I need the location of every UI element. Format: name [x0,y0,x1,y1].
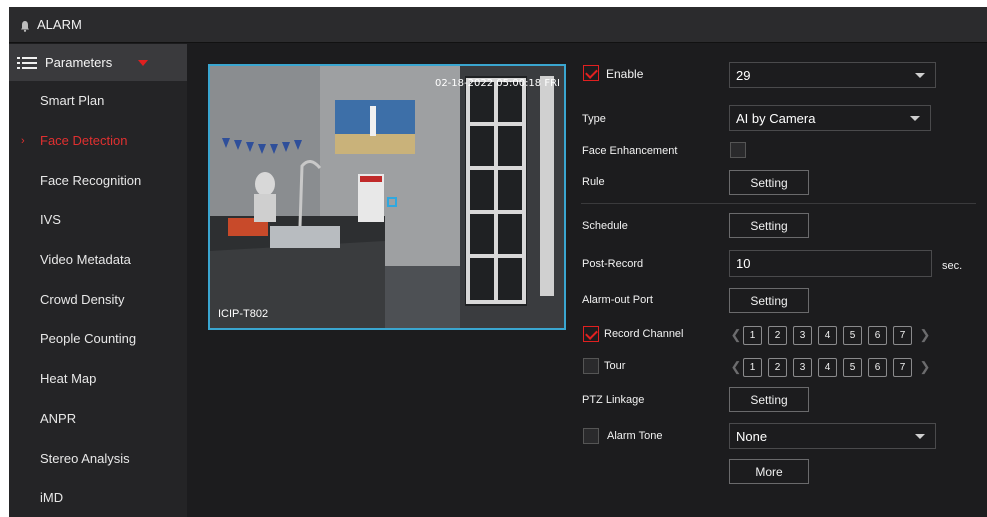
type-label: Type [582,113,606,125]
chevron-down-icon [915,434,925,439]
sidebar-item-label: iMD [40,490,64,506]
chevron-left-icon[interactable]: ❮ [729,359,743,375]
sidebar-item-label: Video Metadata [40,252,131,268]
record-channel-checkbox[interactable] [583,326,599,342]
schedule-label: Schedule [582,220,628,232]
sidebar-item-label: Heat Map [40,371,97,387]
enable-checkbox[interactable] [583,65,599,81]
record-channel-4[interactable]: 4 [818,325,837,345]
section-divider [581,203,976,204]
post-record-input[interactable]: 10 [729,250,932,277]
tour-channel-3[interactable]: 3 [793,357,812,377]
face-enhancement-checkbox[interactable] [730,142,746,158]
sidebar-item-stereo-analysis[interactable]: Stereo Analysis [9,438,187,478]
chevron-right-icon[interactable]: ❯ [918,359,932,375]
post-record-unit: sec. [942,260,963,272]
record-channel-6[interactable]: 6 [868,325,887,345]
chevron-right-icon[interactable]: ❯ [918,327,932,343]
sidebar-item-people-counting[interactable]: People Counting [9,319,187,359]
type-value: AI by Camera [736,110,816,126]
alarm-window: ALARM Parameters Smart Plan › Face Detect… [9,7,987,517]
record-channel-selector: ❮ 1 2 3 4 5 6 7 ❯ [729,325,932,345]
rule-label: Rule [582,176,605,188]
sidebar-item-label: People Counting [40,331,137,347]
ptz-linkage-label: PTZ Linkage [582,394,645,406]
schedule-setting-button[interactable]: Setting [729,213,809,238]
type-select[interactable]: AI by Camera [729,105,931,131]
sidebar-item-video-metadata[interactable]: Video Metadata [9,240,187,280]
list-icon [17,56,37,70]
record-channel-2[interactable]: 2 [768,325,787,345]
alarm-out-port-label: Alarm-out Port [582,294,653,306]
record-channel-1[interactable]: 1 [743,325,762,345]
bell-icon [19,19,31,32]
sidebar-item-face-detection[interactable]: › Face Detection [9,121,187,161]
chevron-left-icon[interactable]: ❮ [729,327,743,343]
tour-label: Tour [604,360,626,372]
alarm-tone-checkbox[interactable] [583,428,599,444]
tour-channel-selector: ❮ 1 2 3 4 5 6 7 ❯ [729,357,932,377]
sidebar-item-label: Stereo Analysis [40,450,130,466]
window-title: ALARM [37,17,82,32]
tour-channel-1[interactable]: 1 [743,357,762,377]
tour-channel-6[interactable]: 6 [868,357,887,377]
sidebar-item-smart-plan[interactable]: Smart Plan [9,81,187,121]
sidebar-header-parameters[interactable]: Parameters [9,44,187,81]
tour-channel-4[interactable]: 4 [818,357,837,377]
chevron-right-icon: › [21,134,25,147]
sidebar-item-crowd-density[interactable]: Crowd Density [9,279,187,319]
sidebar: Parameters Smart Plan › Face Detection Fa… [9,44,187,517]
sidebar-item-label: IVS [40,212,61,228]
tour-channel-2[interactable]: 2 [768,357,787,377]
channel-value: 29 [736,67,751,83]
alarm-out-setting-button[interactable]: Setting [729,288,809,313]
video-preview[interactable]: 02-18-2022 05:00:18 FRI ICIP-T802 [208,64,566,330]
camera-scene-image [210,66,564,328]
sidebar-item-face-recognition[interactable]: Face Recognition [9,160,187,200]
alarm-tone-label: Alarm Tone [607,430,663,442]
tour-channel-5[interactable]: 5 [843,357,862,377]
record-channel-7[interactable]: 7 [893,325,912,345]
chevron-down-icon [915,73,925,78]
channel-select[interactable]: 29 [729,62,936,88]
post-record-label: Post-Record [582,258,644,270]
alarm-tone-select[interactable]: None [729,423,936,449]
sidebar-item-label: Crowd Density [40,291,125,307]
sidebar-item-label: ANPR [40,410,77,426]
osd-timestamp: 02-18-2022 05:00:18 FRI [434,78,560,89]
sidebar-item-ivs[interactable]: IVS [9,200,187,240]
sidebar-item-heat-map[interactable]: Heat Map [9,359,187,399]
face-enhancement-label: Face Enhancement [582,145,678,157]
sidebar-item-label: Face Detection [40,133,128,149]
sidebar-item-anpr[interactable]: ANPR [9,399,187,439]
sidebar-item-imd[interactable]: iMD [9,478,187,517]
sidebar-header-label: Parameters [45,55,113,70]
tour-checkbox[interactable] [583,358,599,374]
title-bar: ALARM [9,7,987,43]
alarm-tone-value: None [736,428,768,444]
chevron-down-icon [910,116,920,121]
sidebar-item-label: Smart Plan [40,93,105,109]
rule-setting-button[interactable]: Setting [729,170,809,195]
ptz-setting-button[interactable]: Setting [729,387,809,412]
record-channel-3[interactable]: 3 [793,325,812,345]
record-channel-5[interactable]: 5 [843,325,862,345]
tour-channel-7[interactable]: 7 [893,357,912,377]
osd-camera-name: ICIP-T802 [218,308,269,320]
record-channel-label: Record Channel [604,328,684,340]
more-button[interactable]: More [729,459,809,484]
sidebar-item-label: Face Recognition [40,172,142,188]
enable-label: Enable [606,67,644,81]
caret-down-icon [138,59,149,66]
